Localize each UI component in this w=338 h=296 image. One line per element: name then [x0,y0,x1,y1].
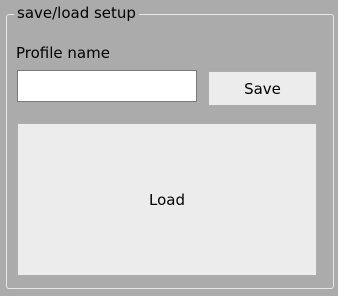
profile-name-label: Profile name [16,44,110,62]
groupbox-title: save/load setup [14,3,139,23]
save-button[interactable]: Save [208,71,317,106]
load-button[interactable]: Load [17,123,317,276]
load-button-label: Load [149,190,185,209]
save-button-label: Save [244,79,281,98]
profile-name-input[interactable] [17,70,197,102]
